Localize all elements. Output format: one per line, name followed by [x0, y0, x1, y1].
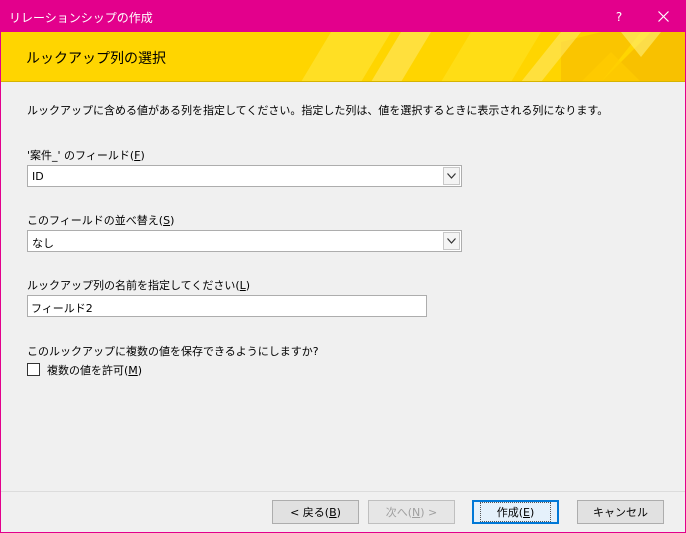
sort-label: このフィールドの並べ替え(S) — [27, 214, 175, 227]
allow-multiple-label[interactable]: 複数の値を許可(M) — [47, 362, 142, 378]
chevron-down-icon — [447, 238, 456, 244]
create-relationship-dialog: リレーションシップの作成 ? ルックアップ列の選択 ルックアップに含める値がある… — [0, 0, 686, 533]
sort-select[interactable]: なし — [27, 230, 462, 252]
create-button[interactable]: 作成(E) — [472, 500, 559, 524]
footer-divider — [1, 491, 685, 492]
next-button[interactable]: 次へ(N) > — [368, 500, 455, 524]
banner-title: ルックアップ列の選択 — [26, 51, 166, 67]
help-button[interactable]: ? — [597, 1, 641, 32]
title-bar: リレーションシップの作成 ? — [1, 1, 685, 32]
close-icon — [657, 11, 669, 22]
field-select-value: ID — [32, 170, 44, 183]
window-title: リレーションシップの作成 — [9, 11, 153, 25]
back-button[interactable]: < 戻る(B) — [272, 500, 359, 524]
sort-select-value: なし — [32, 237, 54, 250]
allow-multiple-checkbox[interactable] — [27, 363, 40, 376]
field-select[interactable]: ID — [27, 165, 462, 187]
field-label: '案件_' のフィールド(F) — [27, 149, 145, 162]
chevron-down-icon — [447, 173, 456, 179]
lookup-name-input[interactable]: フィールド2 — [27, 295, 427, 317]
instruction-text: ルックアップに含める値がある列を指定してください。指定した列は、値を選択するとき… — [27, 104, 609, 117]
multi-value-question: このルックアップに複数の値を保存できるようにしますか? — [27, 345, 319, 358]
lookup-name-label: ルックアップ列の名前を指定してください(L) — [27, 279, 251, 292]
close-button[interactable] — [641, 1, 685, 32]
help-icon: ? — [615, 9, 623, 24]
wizard-banner: ルックアップ列の選択 — [1, 32, 685, 82]
lookup-name-value: フィールド2 — [31, 302, 93, 315]
cancel-button[interactable]: キャンセル — [577, 500, 664, 524]
sort-dropdown-button[interactable] — [443, 232, 460, 250]
field-dropdown-button[interactable] — [443, 167, 460, 185]
